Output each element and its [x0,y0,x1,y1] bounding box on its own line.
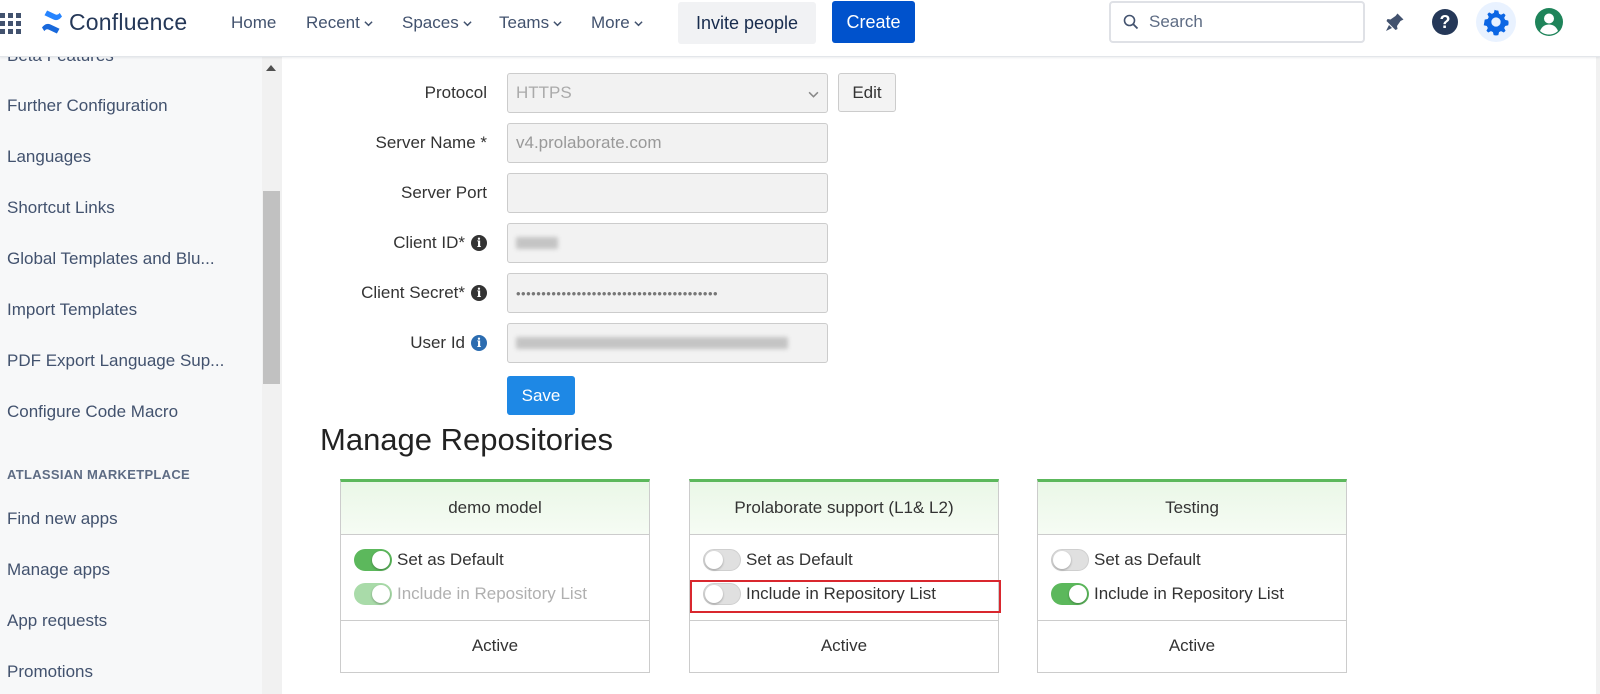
set-default-row: Set as Default [703,549,853,571]
page-scrollbar[interactable] [1596,57,1600,694]
client-id-field[interactable] [507,223,828,263]
svg-text:?: ? [1440,12,1451,32]
include-row: Include in Repository List [1051,583,1284,605]
sidebar-item-import-templates[interactable]: Import Templates [7,300,137,320]
repository-status: Active [1168,636,1216,655]
info-icon[interactable]: i [471,235,487,251]
profile-icon[interactable] [1533,6,1565,38]
repository-name: Prolaborate support (L1& L2) [690,482,998,535]
confluence-logo-icon [42,10,62,34]
invite-people-button[interactable]: Invite people [678,2,816,44]
sidebar-item-shortcut-links[interactable]: Shortcut Links [7,198,115,218]
server-port-field[interactable] [507,173,828,213]
sidebar-item-further-configuration[interactable]: Further Configuration [7,96,168,116]
sidebar-item-beta-features[interactable]: Beta Features [7,57,114,66]
sidebar-item-app-requests[interactable]: App requests [7,611,107,631]
include-label: Include in Repository List [1094,584,1284,603]
nav-spaces-label: Spaces [402,13,459,32]
client-secret-value: •••••••••••••••••••••••••••••••••••••••• [516,285,719,301]
nav-teams-label: Teams [499,13,550,32]
repository-status: Active [471,636,519,655]
server-name-value: v4.prolaborate.com [516,133,662,152]
user-id-label: User Id [410,333,465,352]
edit-protocol-button[interactable]: Edit [838,73,896,112]
chevron-down-icon [808,91,819,98]
client-id-redacted [516,237,558,249]
sidebar: Beta Features Further Configuration Lang… [0,57,262,694]
chevron-down-icon [364,20,373,26]
sidebar-heading-marketplace: ATLASSIAN MARKETPLACE [7,467,190,482]
info-icon[interactable]: i [471,335,487,351]
include-row: Include in Repository List [354,583,587,605]
nav-spaces[interactable]: Spaces [402,12,472,34]
confluence-logo[interactable]: Confluence [40,8,187,36]
nav-home[interactable]: Home [231,12,276,34]
repository-name: Testing [1038,482,1346,535]
sidebar-item-global-templates[interactable]: Global Templates and Blu... [7,249,215,269]
help-icon[interactable]: ? [1429,6,1461,38]
nav-recent-label: Recent [306,13,360,32]
server-name-field[interactable]: v4.prolaborate.com [507,123,828,163]
nav-more[interactable]: More [591,12,643,34]
sidebar-scrollbar-thumb[interactable] [263,191,280,384]
sidebar-item-promotions[interactable]: Promotions [7,662,93,682]
client-secret-label: Client Secret* [361,283,465,302]
nav-teams[interactable]: Teams [499,12,562,34]
info-icon[interactable]: i [471,285,487,301]
set-default-toggle[interactable] [703,549,741,571]
chevron-down-icon [463,20,472,26]
protocol-label: Protocol [424,83,487,102]
client-id-label-row: Client ID* i [330,223,487,263]
user-id-redacted [516,337,788,349]
include-label: Include in Repository List [397,584,587,603]
sidebar-item-pdf-export-language[interactable]: PDF Export Language Sup... [7,351,224,371]
top-navigation: Confluence Home Recent Spaces Teams More… [0,0,1600,57]
repository-card-demo-model: demo model Set as Default Include in Rep… [340,479,650,673]
repository-status: Active [820,636,868,655]
server-name-label: Server Name * [375,133,487,152]
save-button[interactable]: Save [507,376,575,415]
server-port-label: Server Port [401,183,487,202]
set-default-toggle[interactable] [1051,549,1089,571]
nav-recent[interactable]: Recent [306,12,373,34]
notifications-icon[interactable] [1379,6,1411,38]
app-switcher-icon[interactable] [0,12,22,34]
client-secret-label-row: Client Secret* i [330,273,487,313]
create-button[interactable]: Create [832,1,915,43]
chevron-down-icon [634,20,643,26]
repository-card-prolaborate-support: Prolaborate support (L1& L2) Set as Defa… [689,479,999,673]
settings-icon[interactable] [1476,2,1516,42]
sidebar-item-configure-code-macro[interactable]: Configure Code Macro [7,402,178,422]
scroll-up-arrow-icon[interactable] [266,65,276,71]
set-default-row: Set as Default [354,549,504,571]
repository-card-testing: Testing Set as Default Include in Reposi… [1037,479,1347,673]
highlight-annotation [690,580,1001,613]
search-box[interactable] [1109,1,1365,43]
search-icon [1123,14,1139,30]
search-input[interactable] [1149,12,1349,32]
sidebar-item-find-new-apps[interactable]: Find new apps [7,509,118,529]
set-default-label: Set as Default [397,550,504,569]
set-default-label: Set as Default [746,550,853,569]
chevron-down-icon [553,20,562,26]
sidebar-item-manage-apps[interactable]: Manage apps [7,560,110,580]
set-default-label: Set as Default [1094,550,1201,569]
user-id-label-row: User Id i [330,323,487,363]
repository-name: demo model [341,482,649,535]
sidebar-item-languages[interactable]: Languages [7,147,91,167]
set-default-toggle[interactable] [354,549,392,571]
protocol-select[interactable]: HTTPS [507,73,828,113]
nav-more-label: More [591,13,630,32]
logo-text: Confluence [69,8,188,35]
client-id-label: Client ID* [393,233,465,252]
manage-repositories-title: Manage Repositories [320,422,613,457]
protocol-select-value: HTTPS [516,83,572,102]
nav-home-label: Home [231,13,277,32]
set-default-row: Set as Default [1051,549,1201,571]
include-toggle[interactable] [1051,583,1089,605]
user-id-field[interactable] [507,323,828,363]
include-toggle [354,583,392,605]
client-secret-field[interactable]: •••••••••••••••••••••••••••••••••••••••• [507,273,828,313]
